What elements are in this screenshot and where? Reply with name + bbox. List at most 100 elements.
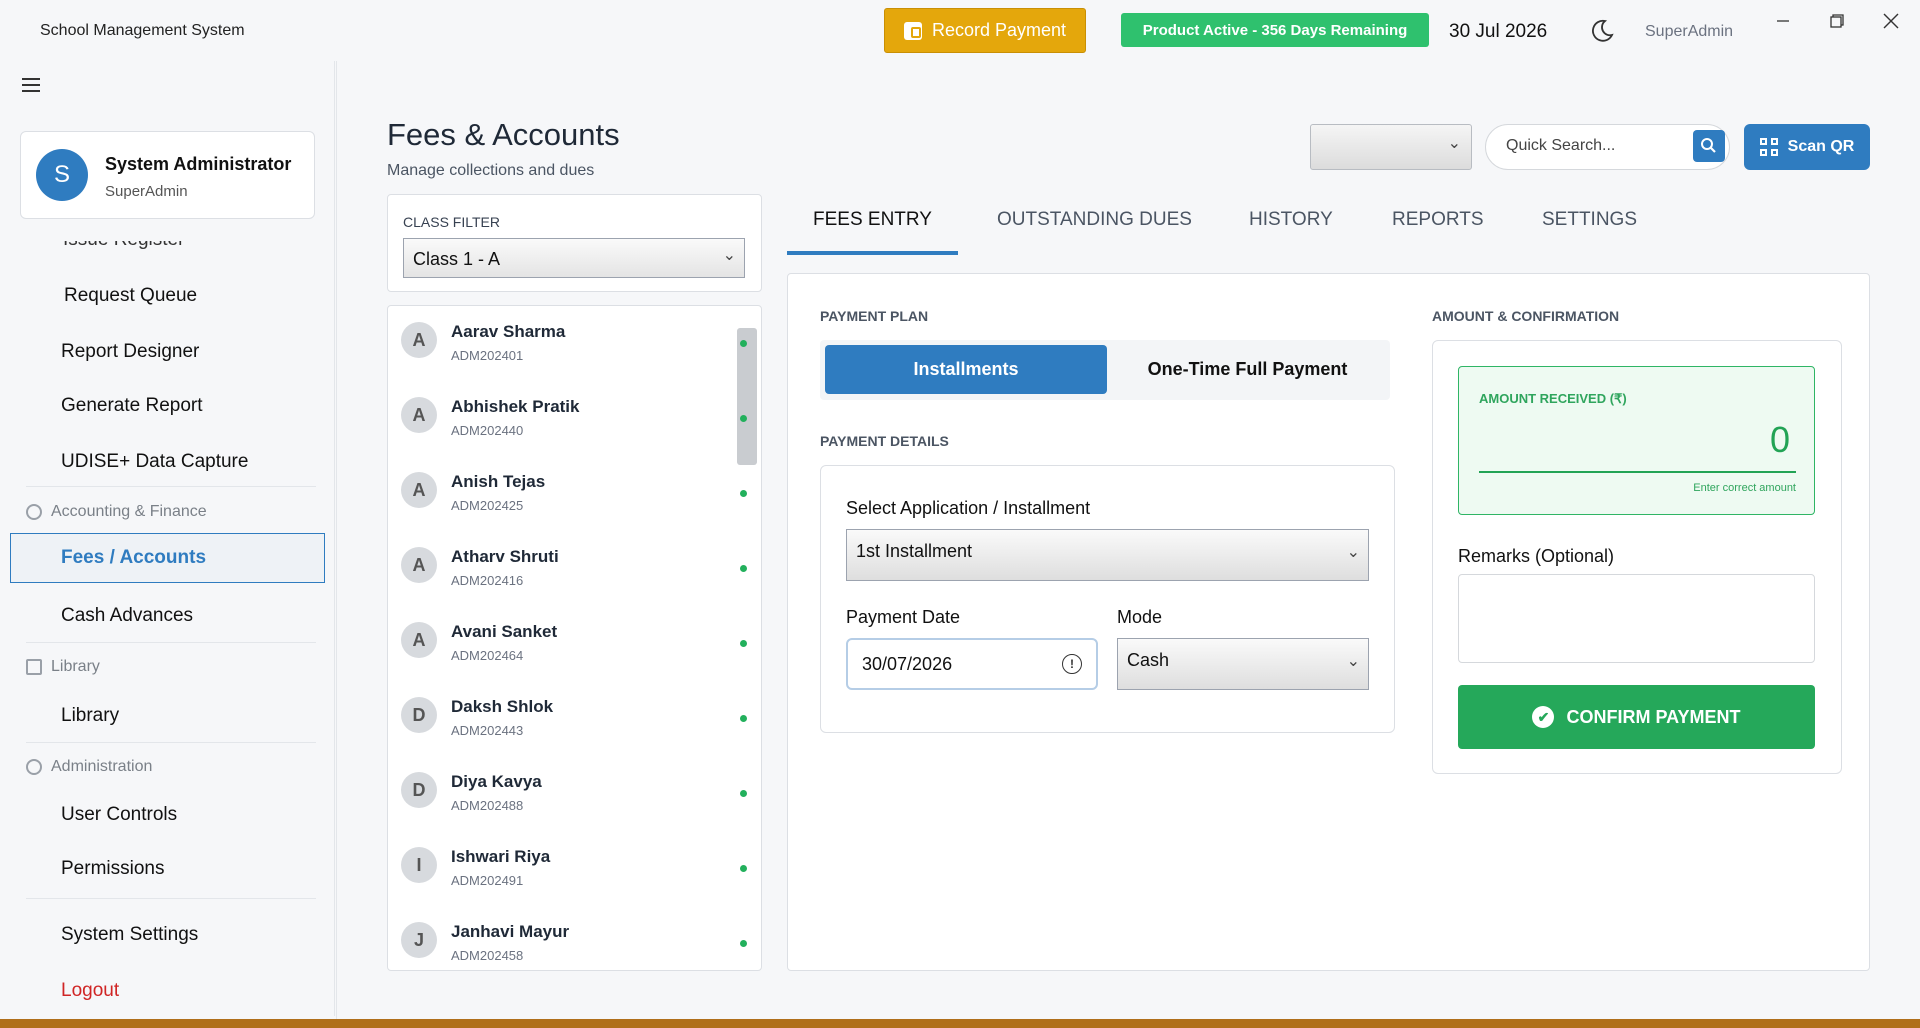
plan-installments-button[interactable]: Installments xyxy=(825,345,1107,394)
divider xyxy=(26,898,316,899)
profile-card[interactable]: S System Administrator SuperAdmin xyxy=(20,131,315,219)
payment-plan-toggle: Installments One-Time Full Payment xyxy=(820,340,1390,400)
list-item[interactable]: J Janhavi Mayur ADM202458 xyxy=(388,906,761,970)
moon-icon[interactable] xyxy=(1589,18,1615,44)
student-id: ADM202491 xyxy=(451,873,524,888)
student-id: ADM202416 xyxy=(451,573,524,588)
fees-entry-panel: PAYMENT PLAN Installments One-Time Full … xyxy=(787,273,1870,971)
list-item[interactable]: A Avani Sanket ADM202464 xyxy=(388,606,761,681)
current-user: SuperAdmin xyxy=(1645,23,1734,40)
session-select[interactable] xyxy=(1310,124,1472,170)
restore-button[interactable] xyxy=(1817,6,1857,36)
tab-fees-entry[interactable]: FEES ENTRY xyxy=(813,209,932,231)
logout-button[interactable]: Logout xyxy=(61,980,119,1002)
payment-date-label: Payment Date xyxy=(846,607,961,627)
installment-select[interactable]: 1st Installment xyxy=(846,529,1369,581)
list-item[interactable]: D Diya Kavya ADM202488 xyxy=(388,756,761,831)
profile-role: SuperAdmin xyxy=(105,183,188,200)
amount-card: AMOUNT RECEIVED (₹) 0 Enter correct amou… xyxy=(1432,340,1842,774)
student-list: A Aarav Sharma ADM202401 A Abhishek Prat… xyxy=(387,305,762,971)
student-avatar: A xyxy=(401,472,437,508)
class-filter-select[interactable]: Class 1 - A xyxy=(403,238,745,278)
status-dot xyxy=(740,865,747,872)
sidebar-item-system-settings[interactable]: System Settings xyxy=(61,924,198,946)
sidebar-item-library[interactable]: Library xyxy=(61,705,119,727)
product-status-badge: Product Active - 356 Days Remaining xyxy=(1121,13,1429,47)
avatar: S xyxy=(36,149,88,201)
class-filter-card: CLASS FILTER Class 1 - A xyxy=(387,194,762,292)
student-id: ADM202401 xyxy=(451,348,524,363)
sidebar-item-udise[interactable]: UDISE+ Data Capture xyxy=(61,451,248,473)
minimize-button[interactable] xyxy=(1763,6,1803,36)
app-title: School Management System xyxy=(40,22,245,39)
sidebar-nav: Issue Register Request Queue Report Desi… xyxy=(0,241,334,1016)
payment-date-value: 30/07/2026 xyxy=(862,654,953,674)
amount-underline xyxy=(1479,471,1796,473)
student-avatar: D xyxy=(401,772,437,808)
student-avatar: A xyxy=(401,322,437,358)
restore-icon xyxy=(1830,14,1844,28)
section-administration-label: Administration xyxy=(51,758,153,775)
confirm-payment-button[interactable]: ✔ CONFIRM PAYMENT xyxy=(1458,685,1815,749)
divider xyxy=(26,742,316,743)
amount-received-label: AMOUNT RECEIVED (₹) xyxy=(1479,391,1627,406)
search-button[interactable] xyxy=(1693,130,1725,162)
wallet-icon xyxy=(903,21,922,40)
amount-hint: Enter correct amount xyxy=(1693,482,1796,494)
amount-received-box[interactable]: AMOUNT RECEIVED (₹) 0 Enter correct amou… xyxy=(1458,366,1815,515)
scan-qr-button[interactable]: Scan QR xyxy=(1744,124,1870,170)
mode-value: Cash xyxy=(1127,650,1170,670)
list-item[interactable]: A Aarav Sharma ADM202401 xyxy=(388,306,761,381)
student-avatar: D xyxy=(401,697,437,733)
sidebar-item-cash-advances[interactable]: Cash Advances xyxy=(61,605,193,627)
taskbar-strip xyxy=(0,1019,1920,1028)
sidebar-item-issue-register[interactable]: Issue Register xyxy=(63,241,184,251)
sidebar-item-permissions[interactable]: Permissions xyxy=(61,858,164,880)
student-name: Abhishek Pratik xyxy=(451,397,580,416)
student-avatar: J xyxy=(401,922,437,958)
mode-select[interactable]: Cash xyxy=(1117,638,1369,690)
sidebar-item-request-queue[interactable]: Request Queue xyxy=(64,285,197,307)
page-subtitle: Manage collections and dues xyxy=(387,162,595,179)
status-dot xyxy=(740,415,747,422)
record-payment-button[interactable]: Record Payment xyxy=(884,8,1086,53)
amount-received-value[interactable]: 0 xyxy=(1770,419,1790,461)
search-input[interactable] xyxy=(1506,137,1686,155)
sidebar-item-user-controls[interactable]: User Controls xyxy=(61,804,177,826)
tab-reports[interactable]: REPORTS xyxy=(1392,209,1484,231)
section-accounting-label: Accounting & Finance xyxy=(51,503,207,520)
student-avatar: A xyxy=(401,547,437,583)
tab-settings[interactable]: SETTINGS xyxy=(1542,209,1637,231)
payment-details-title: PAYMENT DETAILS xyxy=(820,433,949,449)
status-dot xyxy=(740,490,747,497)
tab-outstanding-dues[interactable]: OUTSTANDING DUES xyxy=(997,209,1192,231)
money-bag-icon xyxy=(26,504,42,520)
class-filter-value: Class 1 - A xyxy=(413,249,501,269)
list-item[interactable]: D Daksh Shlok ADM202443 xyxy=(388,681,761,756)
student-id: ADM202443 xyxy=(451,723,524,738)
status-dot xyxy=(740,715,747,722)
tab-history[interactable]: HISTORY xyxy=(1249,209,1333,231)
active-tab-indicator xyxy=(787,251,958,255)
list-item[interactable]: A Anish Tejas ADM202425 xyxy=(388,456,761,531)
sidebar-item-report-designer[interactable]: Report Designer xyxy=(61,341,199,363)
student-id: ADM202425 xyxy=(451,498,524,513)
close-button[interactable] xyxy=(1871,6,1911,36)
remarks-label: Remarks (Optional) xyxy=(1458,546,1615,566)
plan-one-time-button[interactable]: One-Time Full Payment xyxy=(1110,345,1385,394)
student-id: ADM202458 xyxy=(451,948,524,963)
remarks-field[interactable] xyxy=(1458,574,1815,663)
menu-icon[interactable] xyxy=(22,78,40,92)
sidebar-item-generate-report[interactable]: Generate Report xyxy=(61,395,203,417)
list-item[interactable]: A Abhishek Pratik ADM202440 xyxy=(388,381,761,456)
sidebar-item-fees-accounts[interactable]: Fees / Accounts xyxy=(10,533,325,583)
gear-icon xyxy=(26,759,42,775)
student-name: Janhavi Mayur xyxy=(451,922,570,941)
payment-date-field[interactable]: 30/07/2026 ! xyxy=(846,638,1098,690)
list-item[interactable]: A Atharv Shruti ADM202416 xyxy=(388,531,761,606)
student-avatar: A xyxy=(401,622,437,658)
status-dot xyxy=(740,340,747,347)
list-item[interactable]: I Ishwari Riya ADM202491 xyxy=(388,831,761,906)
check-circle-icon: ✔ xyxy=(1532,706,1555,728)
divider xyxy=(26,642,316,643)
